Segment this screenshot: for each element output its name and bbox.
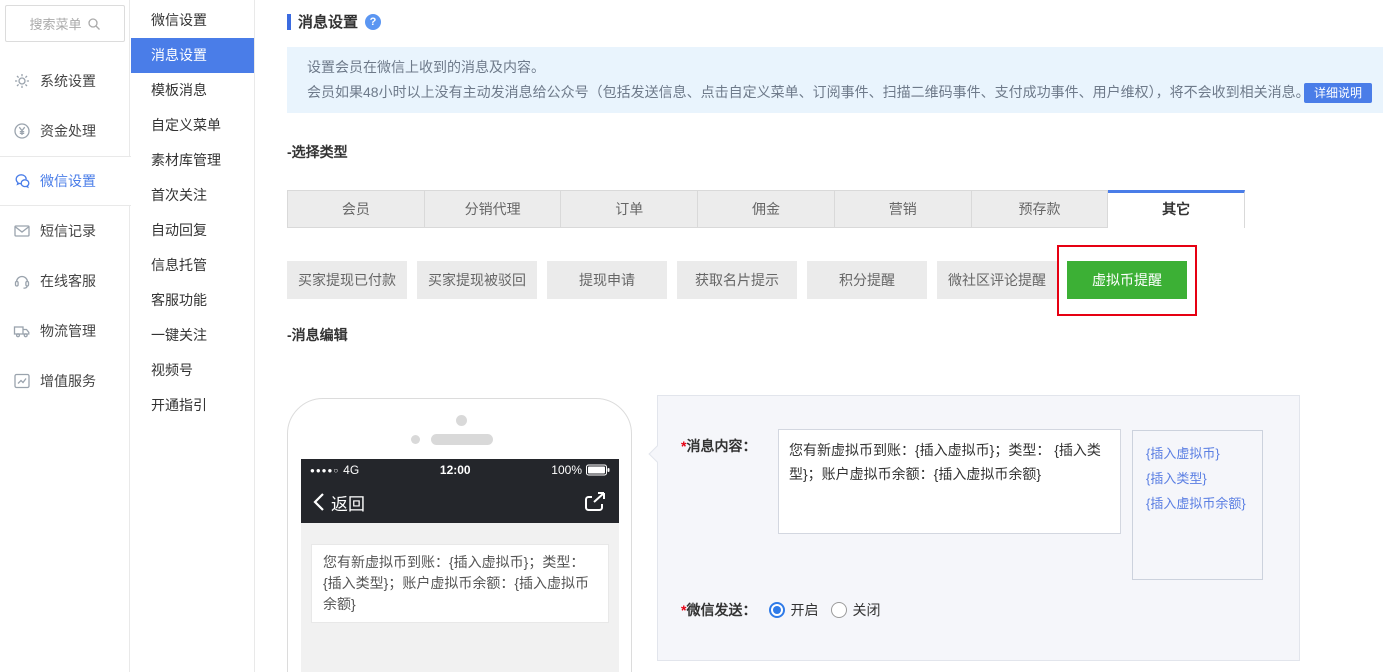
wechat-send-row: *微信发送： 开启 关闭 [681, 600, 880, 620]
sidebar-item-label: 短信记录 [40, 223, 96, 239]
subtype-virtual-currency-button[interactable]: 虚拟币提醒 [1067, 261, 1187, 299]
sidebar-item-label: 微信设置 [40, 173, 96, 189]
content-label: *消息内容： [681, 438, 757, 454]
primary-sidebar: 搜索菜单 系统设置 资金处理 微信设置 短信记录 在线客服 物流管理 增值服务 [0, 0, 131, 672]
phone-preview: ●●●●○ 4G 12:00 100% 返回 您有新虚拟币到账：{插入虚拟币}；… [287, 398, 632, 672]
yen-circle-icon [14, 123, 30, 139]
send-label: *微信发送： [681, 602, 757, 618]
sidebar-item-online-service[interactable]: 在线客服 [0, 256, 129, 306]
back-chevron-icon [313, 493, 324, 511]
truck-icon [13, 326, 30, 338]
submenu-item-service-function[interactable]: 客服功能 [131, 283, 254, 318]
subtype-points-reminder-button[interactable]: 积分提醒 [807, 261, 927, 299]
search-placeholder: 搜索菜单 [29, 17, 82, 32]
main-content: 消息设置 ? 设置会员在微信上收到的消息及内容。 会员如果48小时以上没有主动发… [256, 0, 1385, 672]
submenu-item-one-key-follow[interactable]: 一键关注 [131, 318, 254, 353]
insert-variable-panel: {插入虚拟币} {插入类型} {插入虚拟币余额} [1132, 430, 1263, 580]
notice-line-2: 会员如果48小时以上没有主动发消息给公众号（包括发送信息、点击自定义菜单、订阅事… [307, 84, 1310, 100]
tab-distribution-agent[interactable]: 分销代理 [424, 190, 562, 228]
panel-left-notch [648, 445, 666, 463]
submenu-item-auto-reply[interactable]: 自动回复 [131, 213, 254, 248]
phone-screen: ●●●●○ 4G 12:00 100% 返回 您有新虚拟币到账：{插入虚拟币}；… [301, 459, 619, 672]
subtype-withdraw-apply-button[interactable]: 提现申请 [547, 261, 667, 299]
subtype-community-comment-button[interactable]: 微社区评论提醒 [937, 261, 1057, 299]
radio-off[interactable]: 关闭 [831, 600, 880, 620]
phone-speaker-bar [431, 434, 493, 445]
submenu-item-video-account[interactable]: 视频号 [131, 353, 254, 388]
message-edit-panel: *消息内容： 您有新虚拟币到账：{插入虚拟币}；类型： {插入类型}；账户虚拟币… [648, 395, 1300, 661]
mail-icon [14, 225, 30, 237]
radio-on-icon [769, 602, 786, 618]
submenu-item-message-settings[interactable]: 消息设置 [131, 38, 254, 73]
page-title-text: 消息设置 [298, 14, 359, 31]
battery-icon [586, 464, 610, 476]
type-tabs: 会员 分销代理 订单 佣金 营销 预存款 其它 [287, 190, 1246, 228]
tab-member[interactable]: 会员 [287, 190, 425, 228]
message-content-textarea[interactable]: 您有新虚拟币到账：{插入虚拟币}；类型： {插入类型}；账户虚拟币余额：{插入虚… [778, 429, 1121, 534]
sidebar-item-funds[interactable]: 资金处理 [0, 106, 129, 156]
headset-icon [14, 275, 30, 289]
phone-camera-dot [456, 415, 467, 426]
submenu-item-material-library[interactable]: 素材库管理 [131, 143, 254, 178]
sidebar-item-value-added[interactable]: 增值服务 [0, 356, 129, 406]
submenu-item-template-message[interactable]: 模板消息 [131, 73, 254, 108]
phone-status-bar: ●●●●○ 4G 12:00 100% [301, 459, 619, 481]
detail-description-button[interactable]: 详细说明 [1303, 83, 1372, 103]
select-type-heading: -选择类型 [287, 144, 348, 160]
notice-line-1: 设置会员在微信上收到的消息及内容。 [307, 59, 545, 75]
submenu-item-wechat-settings[interactable]: 微信设置 [131, 3, 254, 38]
subtype-withdraw-paid-button[interactable]: 买家提现已付款 [287, 261, 407, 299]
battery-percent: 100% [551, 463, 582, 477]
sidebar-item-logistics[interactable]: 物流管理 [0, 306, 129, 356]
submenu-item-activation-guide[interactable]: 开通指引 [131, 388, 254, 423]
help-icon[interactable]: ? [365, 13, 382, 30]
page-title: 消息设置 ? [287, 11, 382, 32]
sidebar-item-wechat-settings[interactable]: 微信设置 [0, 156, 131, 206]
network-label: 4G [343, 463, 360, 477]
insert-virtual-currency-link[interactable]: {插入虚拟币} [1146, 441, 1262, 466]
notice-banner: 设置会员在微信上收到的消息及内容。 会员如果48小时以上没有主动发消息给公众号（… [287, 47, 1383, 113]
subtype-buttons: 买家提现已付款 买家提现被驳回 提现申请 获取名片提示 积分提醒 微社区评论提醒… [287, 261, 1187, 299]
sidebar-item-label: 资金处理 [40, 123, 96, 139]
insert-type-link[interactable]: {插入类型} [1146, 466, 1262, 491]
message-edit-heading: -消息编辑 [287, 327, 348, 343]
menu-search-box[interactable]: 搜索菜单 [5, 5, 125, 42]
radio-on[interactable]: 开启 [769, 600, 818, 620]
preview-message: 您有新虚拟币到账：{插入虚拟币}；类型：{插入类型}；账户虚拟币余额：{插入虚拟… [311, 544, 609, 623]
radio-off-icon [831, 602, 848, 618]
submenu-item-custom-menu[interactable]: 自定义菜单 [131, 108, 254, 143]
sidebar-item-system-settings[interactable]: 系统设置 [0, 56, 129, 106]
title-accent-bar [287, 13, 291, 30]
insert-balance-link[interactable]: {插入虚拟币余额} [1146, 491, 1262, 516]
sidebar-item-label: 在线客服 [40, 273, 96, 289]
sidebar-item-label: 增值服务 [40, 373, 96, 389]
gear-icon [15, 74, 29, 88]
sidebar-item-label: 系统设置 [40, 73, 96, 89]
status-time: 12:00 [439, 463, 471, 477]
sidebar-item-sms-records[interactable]: 短信记录 [0, 206, 129, 256]
subtype-get-card-tip-button[interactable]: 获取名片提示 [677, 261, 797, 299]
wechat-icon [15, 174, 30, 189]
share-icon [585, 492, 605, 511]
tab-other[interactable]: 其它 [1108, 190, 1246, 228]
submenu-item-info-hosting[interactable]: 信息托管 [131, 248, 254, 283]
back-label: 返回 [331, 494, 365, 514]
secondary-sidebar: 微信设置 消息设置 模板消息 自定义菜单 素材库管理 首次关注 自动回复 信息托… [131, 0, 255, 672]
tab-order[interactable]: 订单 [561, 190, 699, 228]
search-icon [87, 17, 100, 30]
tab-prepaid[interactable]: 预存款 [971, 190, 1109, 228]
phone-body: 您有新虚拟币到账：{插入虚拟币}；类型：{插入类型}；账户虚拟币余额：{插入虚拟… [301, 523, 619, 672]
subtype-withdraw-rejected-button[interactable]: 买家提现被驳回 [417, 261, 537, 299]
tab-commission[interactable]: 佣金 [698, 190, 835, 228]
tab-marketing[interactable]: 营销 [834, 190, 972, 228]
submenu-item-first-follow[interactable]: 首次关注 [131, 178, 254, 213]
phone-nav-bar: 返回 [301, 481, 619, 523]
sidebar-item-label: 物流管理 [40, 323, 96, 339]
chart-icon [14, 373, 30, 389]
phone-sensor-dot [411, 435, 420, 444]
signal-dots-icon: ●●●●○ [310, 465, 340, 475]
